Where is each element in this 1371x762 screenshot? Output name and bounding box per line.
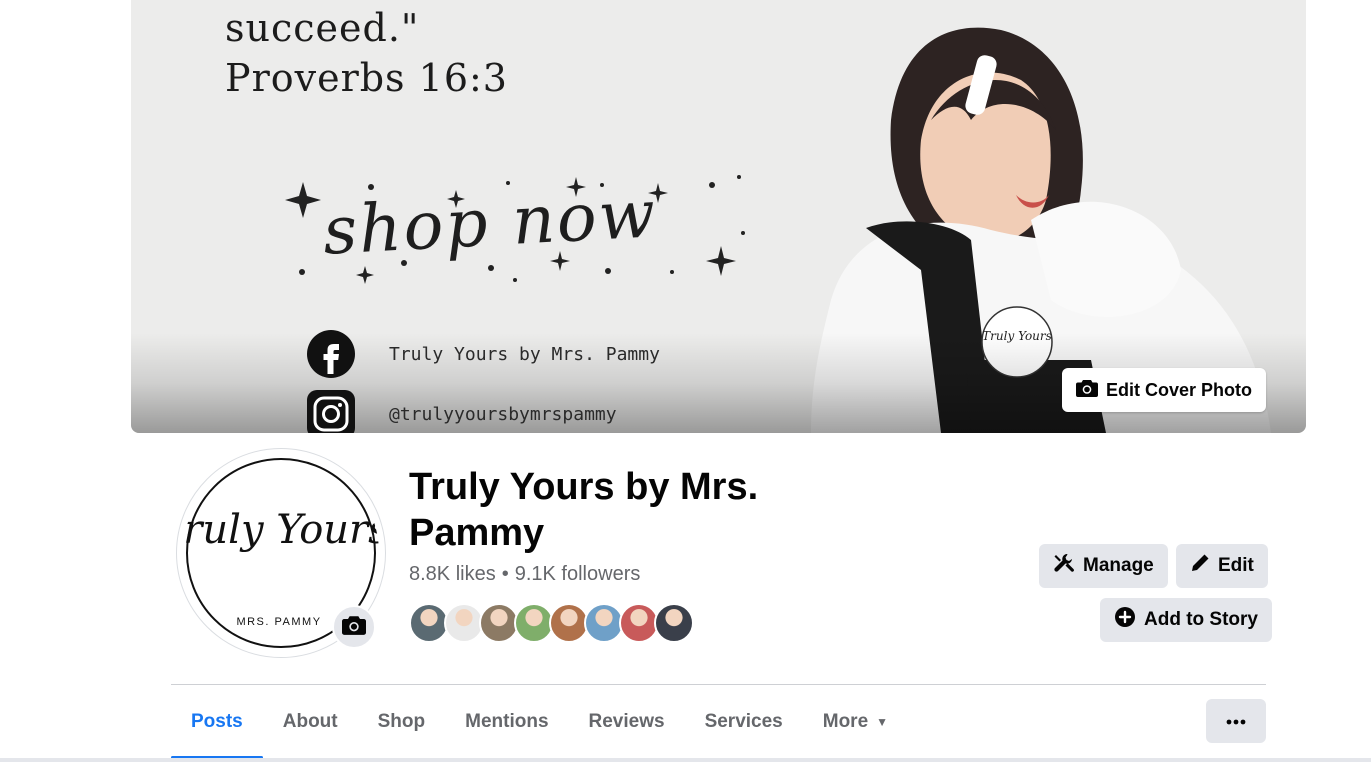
camera-icon [1075,378,1098,403]
follower-avatar[interactable] [584,603,624,643]
tab-label: Posts [191,711,243,732]
svg-text:MRS. PAMMY: MRS. PAMMY [236,616,321,628]
tab-label: More [822,711,869,732]
tools-icon [1053,552,1075,580]
tab-posts[interactable]: Posts [171,700,263,759]
tab-shop[interactable]: Shop [358,700,446,744]
follower-avatar[interactable] [549,603,589,643]
follower-avatar[interactable] [444,603,484,643]
edit-button[interactable]: Edit [1176,544,1268,588]
page-stats: 8.8K likes • 9.1K followers [409,563,640,586]
tab-label: Services [704,711,783,732]
avatar-caption-text: MRS. PAMMY [236,616,321,628]
more-options-button[interactable] [1206,699,1266,743]
manage-button[interactable]: Manage [1039,544,1168,588]
svg-text:Truly Yours,: Truly Yours, [183,507,379,553]
caret-down-icon: ▼ [876,715,889,729]
tab-more[interactable]: More ▼ [803,700,908,744]
cover-facebook-row: Truly Yours by Mrs. Pammy [307,330,660,378]
ellipsis-icon [1226,712,1246,730]
followers-count[interactable]: 9.1K followers [515,563,641,585]
facebook-icon [307,330,355,378]
tab-label: Mentions [465,711,549,732]
follower-avatar[interactable] [479,603,519,643]
follower-avatar[interactable] [654,603,694,643]
cover-quote-line-2: Proverbs 16:3 [225,56,508,100]
page-tabs: Posts About Shop Mentions Reviews Services Mor… [171,700,908,762]
follower-avatars [409,603,694,643]
cover-instagram-row: @trulyyoursbymrspammy [307,390,617,433]
cover-photo[interactable]: Truly Yours succeed." Proverbs 16:3 shop… [131,0,1306,433]
tab-about[interactable]: About [263,700,358,744]
camera-icon [342,614,366,641]
facebook-handle-text: Truly Yours by Mrs. Pammy [389,343,660,365]
edit-cover-photo-button[interactable]: Edit Cover Photo [1061,368,1266,412]
page-title: Truly Yours by Mrs. Pammy [409,466,759,554]
cover-logo-text: Truly Yours [982,329,1052,343]
tab-services[interactable]: Services [685,700,803,744]
pencil-icon [1190,553,1210,579]
add-to-story-label: Add to Story [1144,609,1258,630]
follower-avatar[interactable] [514,603,554,643]
tab-label: About [282,711,338,732]
tab-mentions[interactable]: Mentions [445,700,568,744]
manage-label: Manage [1083,555,1154,576]
stats-separator: • [501,563,509,585]
plus-circle-icon [1114,606,1136,634]
edit-label: Edit [1218,555,1254,576]
likes-count[interactable]: 8.8K likes [409,563,496,585]
edit-cover-photo-label: Edit Cover Photo [1105,379,1252,400]
follower-avatar[interactable] [619,603,659,643]
add-to-story-button[interactable]: Add to Story [1100,598,1272,642]
tab-reviews[interactable]: Reviews [569,700,685,744]
cover-quote-line-1: succeed." [225,6,420,50]
tab-label: Reviews [588,711,665,732]
instagram-handle-text: @trulyyoursbymrspammy [389,403,617,425]
tab-label: Shop [377,711,426,732]
update-profile-picture-button[interactable] [332,605,376,649]
avatar-script-text: Truly Yours, [183,507,379,553]
header-divider [171,684,1266,685]
follower-avatar[interactable] [409,603,449,643]
instagram-icon [307,390,355,433]
section-separator [0,758,1371,762]
